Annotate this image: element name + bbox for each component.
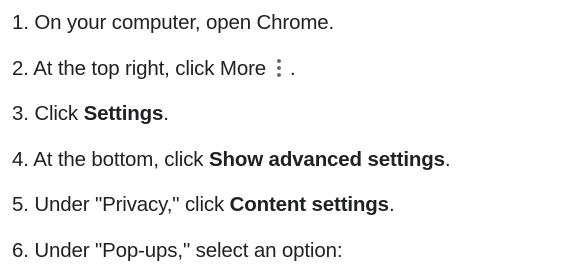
step-number: 4. (12, 147, 29, 171)
step-4: 4. At the bottom, click Show advanced se… (12, 137, 558, 183)
step-text-end: . (388, 193, 395, 216)
step-number: 1. (12, 11, 29, 34)
step-1: 1. On your computer, open Chrome. (12, 0, 558, 46)
step-text: Click (34, 102, 79, 125)
step-text: On your computer, open Chrome. (34, 11, 335, 34)
step-text-end: . (290, 56, 296, 80)
step-number: 2. (12, 56, 29, 80)
step-number: 5. (12, 193, 29, 216)
step-text: At the bottom, click (33, 147, 204, 171)
more-vert-icon (272, 50, 286, 77)
show-advanced-settings-label: Show advanced settings (208, 147, 445, 171)
step-text-end: . (444, 147, 451, 171)
step-text: Under "Privacy," click (34, 193, 225, 216)
step-number: 6. (12, 238, 29, 262)
step-5: 5. Under "Privacy," click Content settin… (12, 182, 558, 228)
step-6: 6. Under "Pop-ups," select an option: (12, 228, 558, 274)
step-2: 2. At the top right, click More. (12, 46, 558, 92)
content-settings-label: Content settings (229, 193, 389, 216)
instruction-steps-list: 1. On your computer, open Chrome. 2. At … (12, 0, 558, 273)
step-number: 3. (12, 102, 29, 125)
settings-label: Settings (83, 102, 164, 125)
step-text-end: . (163, 102, 169, 125)
step-text: Under "Pop-ups," select an option: (34, 238, 343, 262)
step-text: At the top right, click More (33, 56, 267, 80)
step-3: 3. Click Settings. (12, 91, 558, 137)
